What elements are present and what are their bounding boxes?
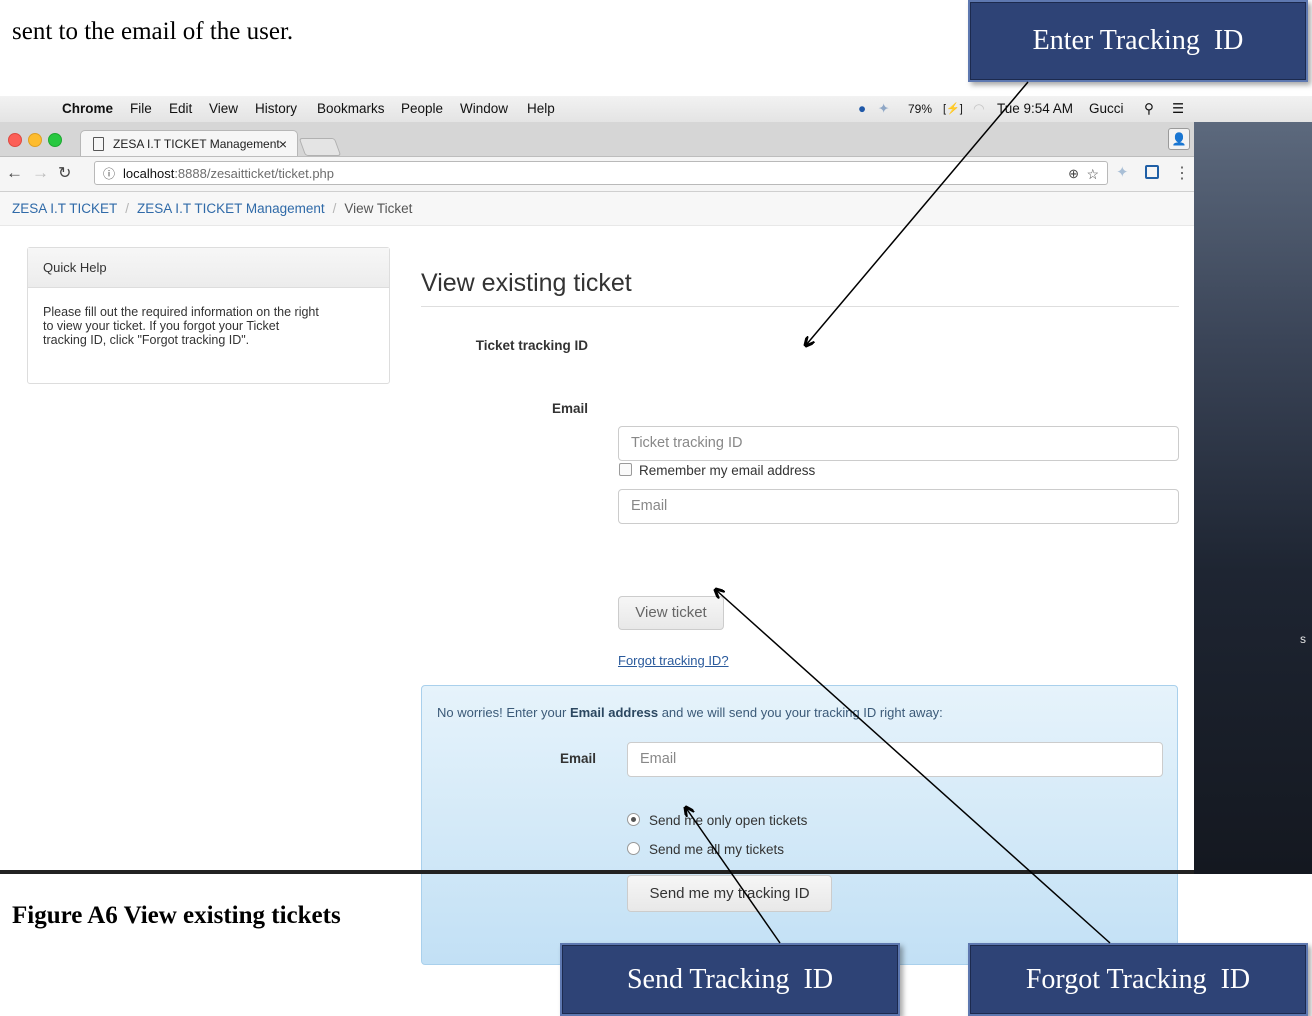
bookmark-star-icon[interactable]: ☆ — [1086, 162, 1099, 186]
quick-help-text: Please fill out the required information… — [28, 288, 389, 364]
menubar-clock[interactable]: Tue 9:54 AM — [997, 101, 1073, 116]
send-tracking-id-button[interactable]: Send me my tracking ID — [627, 875, 832, 912]
callout-forgot-tracking-id: Forgot Tracking ID — [968, 943, 1308, 1016]
forgot-tracking-panel: No worries! Enter your Email address and… — [421, 685, 1178, 965]
breadcrumb-separator: / — [125, 201, 130, 216]
tab-strip: ZESA I.T TICKET Management × 👤 — [0, 122, 1194, 157]
tab-title: ZESA I.T TICKET Management — [113, 137, 280, 151]
forward-icon[interactable]: → — [32, 163, 49, 183]
battery-percent: 79% — [908, 102, 933, 116]
remember-email-label: Remember my email address — [639, 463, 816, 478]
menubar-user[interactable]: Gucci — [1089, 101, 1124, 116]
breadcrumb-home[interactable]: ZESA I.T TICKET — [12, 201, 117, 216]
dropbox-icon[interactable]: ✦ — [878, 101, 889, 117]
screenshot-bottom-edge — [0, 870, 1194, 874]
callout-send-tracking-id: Send Tracking ID — [560, 943, 900, 1016]
page-icon — [93, 137, 104, 151]
extension-icon[interactable] — [1145, 165, 1159, 179]
figure-caption: Figure A6 View existing tickets — [12, 902, 341, 929]
menu-view[interactable]: View — [209, 101, 238, 116]
mac-menubar: Chrome File Edit View History Bookmarks … — [0, 96, 1312, 122]
menu-bookmarks[interactable]: Bookmarks — [317, 101, 385, 116]
title-divider — [421, 306, 1179, 307]
wifi-icon[interactable]: ◠ — [973, 101, 985, 117]
forgot-tracking-message: No worries! Enter your Email address and… — [437, 705, 943, 720]
desktop-label: s — [1300, 632, 1306, 646]
quick-help-line: Please fill out the required information… — [43, 305, 319, 319]
callout-enter-tracking-id: Enter Tracking ID — [968, 0, 1308, 82]
page-content: Quick Help Please fill out the required … — [0, 226, 1194, 965]
page-title: View existing ticket — [421, 269, 632, 297]
profile-icon[interactable]: 👤 — [1168, 128, 1190, 150]
reload-icon[interactable]: ↻ — [58, 163, 71, 183]
breadcrumb-current: View Ticket — [344, 201, 413, 216]
radio-open-tickets-label: Send me only open tickets — [649, 813, 808, 828]
radio-open-tickets-row[interactable]: Send me only open tickets — [627, 813, 807, 828]
email-input[interactable]: Email — [618, 489, 1179, 524]
dropbox-extension-icon[interactable]: ✦ — [1116, 163, 1129, 181]
tracking-id-input[interactable]: Ticket tracking ID — [618, 426, 1179, 461]
email-label: Email — [551, 401, 588, 416]
new-tab-button[interactable] — [298, 138, 342, 156]
maximize-window-icon[interactable] — [48, 133, 62, 147]
menu-history[interactable]: History — [255, 101, 297, 116]
menu-help[interactable]: Help — [527, 101, 555, 116]
remember-email-row[interactable]: Remember my email address — [619, 463, 815, 478]
document-text: sent to the email of the user. — [12, 18, 294, 45]
toolbar: ← → ↻ ⓘ localhost:8888/zesaitticket/tick… — [0, 157, 1194, 192]
radio-all-tickets-row[interactable]: Send me all my tickets — [627, 842, 784, 857]
minimize-window-icon[interactable] — [28, 133, 42, 147]
evernote-icon[interactable]: ● — [858, 101, 866, 116]
url-path: :8888/zesaitticket/ticket.php — [174, 166, 335, 181]
quick-help-line: tracking ID, click "Forgot tracking ID". — [43, 333, 250, 347]
info-icon[interactable]: ⓘ — [103, 162, 115, 186]
menu-people[interactable]: People — [401, 101, 443, 116]
browser-tab[interactable]: ZESA I.T TICKET Management × — [80, 130, 298, 156]
breadcrumb: ZESA I.T TICKET / ZESA I.T TICKET Manageme… — [0, 192, 1194, 226]
forgot-email-input[interactable]: Email — [627, 742, 1163, 777]
menu-app-name[interactable]: Chrome — [62, 101, 113, 116]
spotlight-icon[interactable]: ⚲ — [1144, 101, 1154, 117]
notification-center-icon[interactable]: ☰ — [1172, 101, 1184, 117]
menu-file[interactable]: File — [130, 101, 152, 116]
address-bar[interactable]: ⓘ localhost:8888/zesaitticket/ticket.php… — [94, 161, 1108, 185]
radio-all-tickets[interactable] — [627, 842, 640, 855]
desktop-wallpaper — [1194, 116, 1312, 874]
quick-help-title: Quick Help — [28, 248, 389, 288]
zoom-icon[interactable]: ⊕ — [1068, 162, 1079, 186]
radio-open-tickets[interactable] — [627, 813, 640, 826]
tracking-id-label: Ticket tracking ID — [475, 338, 588, 353]
remember-email-checkbox[interactable] — [619, 463, 632, 476]
close-window-icon[interactable] — [8, 133, 22, 147]
browser-screenshot: s Chrome File Edit View History Bookmark… — [0, 96, 1312, 965]
forgot-email-label: Email — [559, 751, 596, 766]
menu-window[interactable]: Window — [460, 101, 508, 116]
radio-all-tickets-label: Send me all my tickets — [649, 842, 785, 857]
view-ticket-button[interactable]: View ticket — [618, 596, 724, 630]
battery-icon[interactable]: [⚡] — [943, 102, 963, 115]
forgot-tracking-id-link[interactable]: Forgot tracking ID? — [618, 653, 729, 668]
menu-edit[interactable]: Edit — [169, 101, 192, 116]
tab-close-icon[interactable]: × — [279, 131, 287, 157]
breadcrumb-separator: / — [332, 201, 337, 216]
quick-help-line: to view your ticket. If you forgot your … — [43, 319, 280, 333]
chrome-menu-icon[interactable]: ⋮ — [1174, 163, 1190, 183]
breadcrumb-section[interactable]: ZESA I.T TICKET Management — [137, 201, 325, 216]
quick-help-panel: Quick Help Please fill out the required … — [27, 247, 390, 384]
url-host: localhost — [123, 166, 175, 181]
back-icon[interactable]: ← — [6, 163, 23, 183]
